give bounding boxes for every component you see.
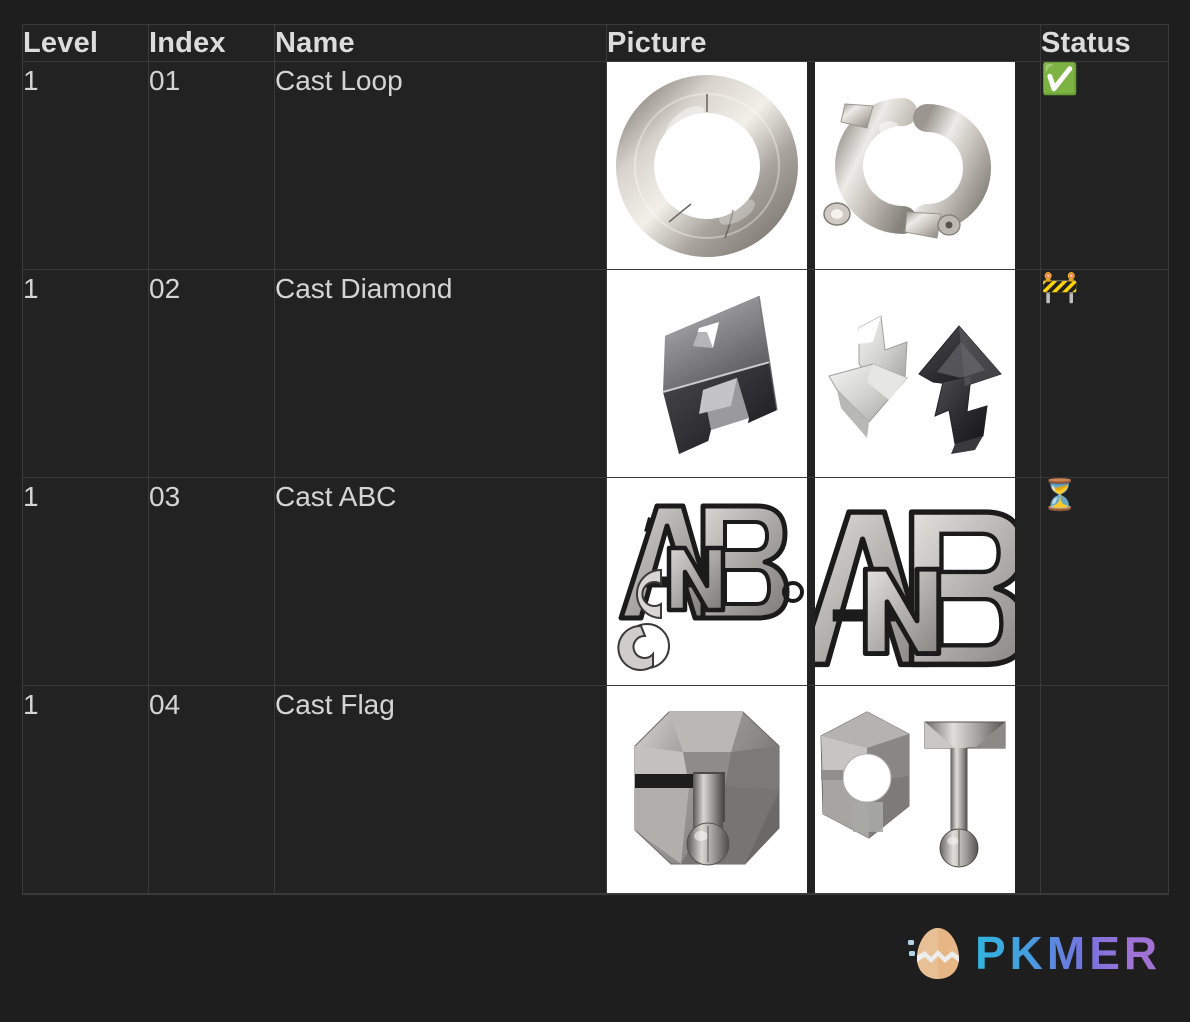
cell-status: 🚧	[1040, 269, 1169, 478]
cast-flag-two-pieces[interactable]	[815, 686, 1015, 893]
pkmer-wordmark: PKMER	[975, 927, 1162, 979]
cast-loop-assembled-ring[interactable]	[607, 62, 807, 269]
cast-diamond-two-pieces[interactable]	[815, 270, 1015, 477]
column-header-level[interactable]: Level	[22, 24, 149, 62]
cell-index: 03	[148, 477, 275, 686]
table-body: 1 01 Cast Loop ✅ 1 02 Cast Diamond 🚧 1 0…	[22, 61, 1169, 895]
puzzle-table: Level Index Name Picture Status 1 01 Cas…	[22, 24, 1169, 895]
construction-emoji: 🚧	[1041, 271, 1079, 304]
table-row[interactable]	[22, 893, 1169, 895]
cell-level: 1	[22, 269, 149, 478]
cell-name: Cast Loop	[274, 61, 607, 270]
hatching-egg-logo-icon	[907, 922, 969, 984]
picture-group	[607, 478, 1040, 685]
cell-level: 1	[22, 685, 149, 894]
table-row[interactable]: 1 03 Cast ABC ⏳	[22, 477, 1169, 686]
picture-group	[607, 270, 1040, 477]
cell-status	[1040, 685, 1169, 894]
table-header-row: Level Index Name Picture Status	[22, 24, 1169, 62]
cast-loop-two-pieces[interactable]	[815, 62, 1015, 269]
cell-picture	[606, 893, 1041, 895]
cell-level: 1	[22, 61, 149, 270]
cast-abc-assembled[interactable]	[607, 478, 807, 685]
hourglass-emoji: ⏳	[1041, 479, 1079, 512]
cell-index: 02	[148, 269, 275, 478]
cell-name: Cast Diamond	[274, 269, 607, 478]
cell-status: ⏳	[1040, 477, 1169, 686]
cell-index	[148, 893, 275, 895]
cell-name: Cast ABC	[274, 477, 607, 686]
cast-flag-assembled[interactable]	[607, 686, 807, 893]
cell-name	[274, 893, 607, 895]
picture-group	[607, 62, 1040, 269]
cell-picture	[606, 477, 1041, 686]
check-mark-button-emoji: ✅	[1041, 63, 1079, 96]
cell-picture	[606, 269, 1041, 478]
cast-abc-closeup[interactable]	[815, 478, 1015, 685]
page-root: Level Index Name Picture Status 1 01 Cas…	[0, 0, 1190, 1022]
table-row[interactable]: 1 01 Cast Loop ✅	[22, 61, 1169, 270]
table-row[interactable]: 1 04 Cast Flag	[22, 685, 1169, 894]
cell-status	[1040, 893, 1169, 895]
picture-group	[607, 686, 1040, 893]
pkmer-watermark: PKMER	[907, 922, 1161, 984]
cell-level	[22, 893, 149, 895]
column-header-status[interactable]: Status	[1040, 24, 1169, 62]
cell-index: 04	[148, 685, 275, 894]
table-header: Level Index Name Picture Status	[22, 24, 1169, 62]
cast-diamond-assembled[interactable]	[607, 270, 807, 477]
cell-index: 01	[148, 61, 275, 270]
cell-picture	[606, 685, 1041, 894]
table-row[interactable]: 1 02 Cast Diamond 🚧	[22, 269, 1169, 478]
column-header-name[interactable]: Name	[274, 24, 607, 62]
cell-picture	[606, 61, 1041, 270]
cell-level: 1	[22, 477, 149, 686]
cell-name: Cast Flag	[274, 685, 607, 894]
cell-status: ✅	[1040, 61, 1169, 270]
column-header-picture[interactable]: Picture	[606, 24, 1041, 62]
column-header-index[interactable]: Index	[148, 24, 275, 62]
